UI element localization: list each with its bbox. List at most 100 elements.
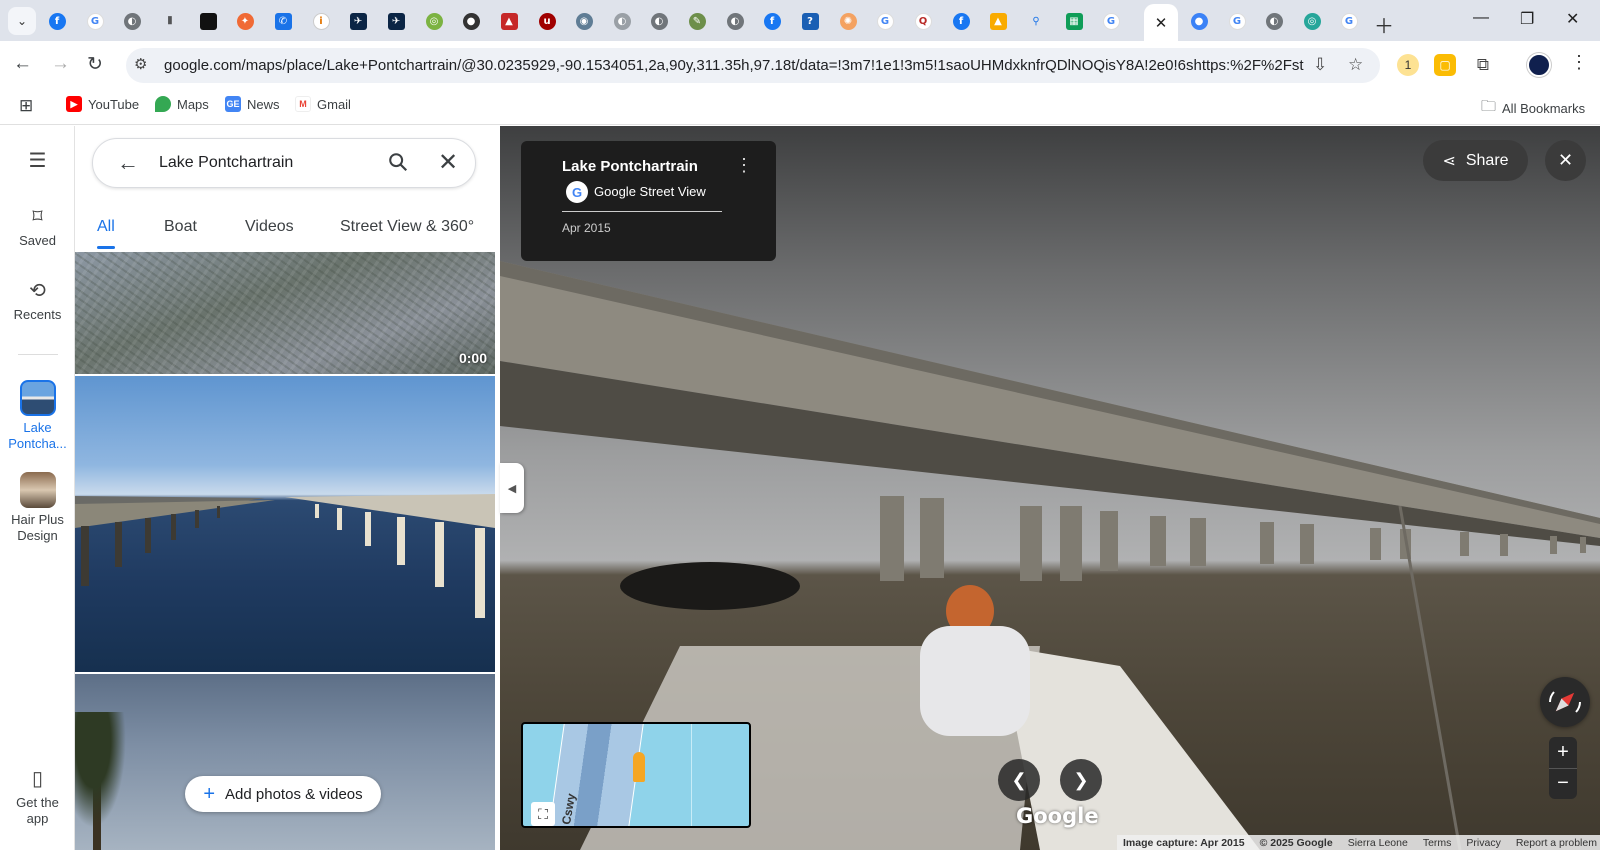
clear-search-icon[interactable]: ✕ bbox=[438, 148, 458, 177]
tab-earth[interactable]: ● bbox=[1184, 6, 1214, 36]
report-problem-link[interactable]: Report a problem bbox=[1516, 837, 1597, 849]
search-icon[interactable] bbox=[387, 151, 409, 173]
tab-active-close[interactable]: ✕ bbox=[1144, 4, 1178, 41]
window-close-button[interactable]: ✕ bbox=[1566, 9, 1579, 29]
capture-date[interactable]: Apr 2015 bbox=[562, 221, 611, 235]
profile-avatar[interactable] bbox=[1527, 53, 1551, 77]
tab-boat[interactable]: Boat bbox=[164, 218, 197, 236]
tab-ai[interactable]: ✺ bbox=[833, 6, 863, 36]
tab-globe-3[interactable]: ◐ bbox=[644, 6, 674, 36]
back-button[interactable]: ← bbox=[13, 53, 32, 75]
sky-photo[interactable] bbox=[75, 674, 495, 850]
search-input[interactable]: Lake Pontchartrain bbox=[159, 154, 293, 172]
back-arrow-icon[interactable]: ← bbox=[117, 150, 139, 176]
mini-map[interactable]: Cswy ⛶ bbox=[521, 722, 751, 828]
expand-map-icon[interactable]: ⛶ bbox=[531, 802, 555, 826]
browser-menu-icon[interactable]: ⋮ bbox=[1570, 52, 1588, 73]
recent-place-lake[interactable]: Lake Pontcha... bbox=[0, 380, 75, 452]
zoom-out-button[interactable]: − bbox=[1549, 768, 1577, 799]
bookmark-gmail[interactable]: M Gmail bbox=[295, 96, 351, 112]
next-pano-button[interactable]: ❯ bbox=[1060, 759, 1102, 801]
zoom-in-button[interactable]: + bbox=[1549, 737, 1577, 768]
saved-button[interactable]: ⌑ Saved bbox=[0, 204, 75, 248]
tab-ublock[interactable]: u bbox=[532, 6, 562, 36]
tab-phone[interactable]: ✆ bbox=[268, 6, 298, 36]
bookmark-star-icon[interactable]: ☆ bbox=[1348, 55, 1363, 75]
tab-green-2[interactable]: ◎ bbox=[1297, 6, 1327, 36]
tab-audio[interactable]: ⦀ bbox=[155, 6, 185, 36]
terms-link[interactable]: Terms bbox=[1423, 837, 1452, 849]
tab-sheets[interactable]: ▦ bbox=[1059, 6, 1089, 36]
menu-button[interactable]: ☰ bbox=[0, 148, 75, 177]
tab-globe-5[interactable]: ◐ bbox=[1259, 6, 1289, 36]
collapse-panel-button[interactable]: ◀ bbox=[500, 463, 524, 513]
close-street-view-button[interactable]: ✕ bbox=[1545, 140, 1586, 181]
tab-facebook-3[interactable]: f bbox=[946, 6, 976, 36]
tab-facebook-2[interactable]: f bbox=[757, 6, 787, 36]
tab-photos[interactable]: ▲ bbox=[983, 6, 1013, 36]
extension-icon[interactable]: 1 bbox=[1397, 54, 1419, 76]
tab-info[interactable]: i bbox=[306, 6, 336, 36]
apps-grid-icon[interactable]: ⊞ bbox=[19, 96, 33, 116]
region-link[interactable]: Sierra Leone bbox=[1348, 837, 1408, 849]
tab-search-icon[interactable]: ⌄ bbox=[8, 7, 36, 35]
active-tab-indicator bbox=[97, 246, 115, 249]
place-title[interactable]: Lake Pontchartrain bbox=[562, 158, 698, 175]
tab-tools[interactable]: ✎ bbox=[682, 6, 712, 36]
restore-button[interactable]: ❐ bbox=[1520, 9, 1534, 29]
tab-google-5[interactable]: G bbox=[1334, 6, 1364, 36]
close-icon[interactable]: ✕ bbox=[1155, 14, 1168, 32]
tab-quora[interactable]: Q bbox=[908, 6, 938, 36]
tab-chat[interactable]: ● bbox=[456, 6, 486, 36]
tab-globe-2[interactable]: ◐ bbox=[607, 6, 637, 36]
tab-all[interactable]: All bbox=[97, 218, 115, 236]
compass-control[interactable] bbox=[1540, 677, 1590, 727]
more-options-icon[interactable]: ⋮ bbox=[735, 155, 753, 176]
share-button[interactable]: ⋖ Share bbox=[1423, 140, 1528, 181]
tab-flight-1[interactable]: ✈ bbox=[343, 6, 373, 36]
bookmark-maps[interactable]: Maps bbox=[155, 96, 209, 112]
tab-flight-2[interactable]: ✈ bbox=[381, 6, 411, 36]
tab-red-app[interactable]: ▲ bbox=[494, 6, 524, 36]
tab-orange[interactable]: ✦ bbox=[230, 6, 260, 36]
tab-circle[interactable]: ◉ bbox=[569, 6, 599, 36]
privacy-link[interactable]: Privacy bbox=[1466, 837, 1500, 849]
tab-globe[interactable]: ◐ bbox=[117, 6, 147, 36]
tab-green[interactable]: ◎ bbox=[419, 6, 449, 36]
extensions-puzzle-icon[interactable]: ⧉ bbox=[1472, 54, 1494, 76]
recents-button[interactable]: ⟲ Recents bbox=[0, 278, 75, 322]
add-photos-button[interactable]: + Add photos & videos bbox=[185, 776, 381, 812]
bookmark-news[interactable]: GE News bbox=[225, 96, 280, 112]
url-text[interactable]: google.com/maps/place/Lake+Pontchartrain… bbox=[164, 57, 1304, 74]
all-bookmarks[interactable]: 🗀 All Bookmarks bbox=[1481, 96, 1585, 121]
get-app-button[interactable]: ▯ Get the app bbox=[0, 766, 75, 827]
tab-google[interactable]: G bbox=[80, 6, 110, 36]
tab-google-4[interactable]: G bbox=[1222, 6, 1252, 36]
news-icon: GE bbox=[225, 96, 241, 112]
tab-black[interactable] bbox=[193, 6, 223, 36]
bridge-photo[interactable] bbox=[75, 376, 495, 672]
compass-icon bbox=[1549, 691, 1581, 713]
tab-street-view[interactable]: Street View & 360° bbox=[340, 218, 474, 236]
new-tab-button[interactable]: ＋ bbox=[1374, 10, 1394, 39]
brain-icon: ✺ bbox=[839, 12, 857, 30]
reload-button[interactable]: ↻ bbox=[87, 53, 103, 76]
install-app-icon[interactable]: ⇩ bbox=[1313, 55, 1327, 75]
minimize-button[interactable]: — bbox=[1473, 9, 1489, 27]
tab-facebook[interactable]: f bbox=[42, 6, 72, 36]
extension-icon[interactable]: ▢ bbox=[1434, 54, 1456, 76]
tab-search[interactable]: ⚲ bbox=[1021, 6, 1051, 36]
tab-globe-4[interactable]: ◐ bbox=[720, 6, 750, 36]
pegman-icon[interactable] bbox=[633, 752, 645, 782]
search-box[interactable]: ← Lake Pontchartrain ✕ bbox=[92, 138, 476, 188]
previous-pano-button[interactable]: ❮ bbox=[998, 759, 1040, 801]
site-info-icon[interactable]: ⚙ bbox=[134, 55, 147, 73]
tab-google-3[interactable]: G bbox=[1096, 6, 1126, 36]
aerial-video-thumbnail[interactable]: 0:00 bbox=[75, 252, 495, 374]
tab-google-2[interactable]: G bbox=[870, 6, 900, 36]
tab-help[interactable]: ? bbox=[795, 6, 825, 36]
tab-videos[interactable]: Videos bbox=[245, 218, 294, 236]
bookmark-youtube[interactable]: ▶ YouTube bbox=[66, 96, 139, 112]
forward-button[interactable]: → bbox=[51, 53, 70, 75]
recent-place-hair[interactable]: Hair Plus Design bbox=[0, 472, 75, 544]
